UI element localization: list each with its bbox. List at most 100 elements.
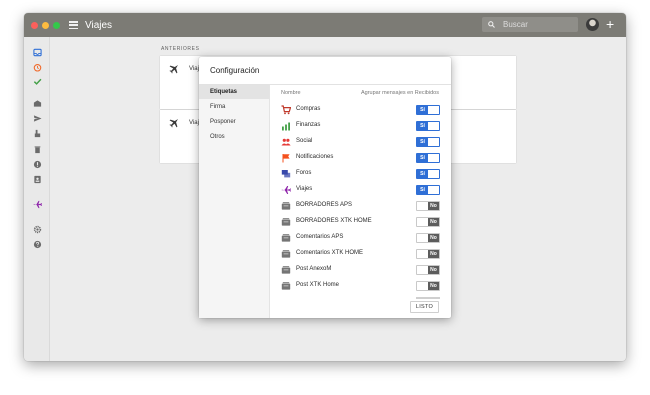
label-list: Compras Sí Finanzas Sí Social Sí Notificacione… <box>270 102 451 298</box>
column-header-group: Agrupar mensajes en Recibidos <box>361 90 439 96</box>
settings-nav: Etiquetas Firma Posponer Otros <box>199 85 270 318</box>
nav-item-posponer[interactable]: Posponer <box>199 115 269 129</box>
toggle-state: Sí <box>417 170 428 178</box>
label-row: Compras Sí <box>270 102 451 118</box>
done-icon[interactable] <box>33 77 42 86</box>
reminders-icon[interactable] <box>33 129 42 138</box>
close-window-button[interactable] <box>31 21 38 29</box>
toggle-state: No <box>428 234 439 242</box>
label-row: Notificaciones Sí <box>270 150 451 166</box>
card-text: Viaj <box>189 120 199 126</box>
done-button[interactable]: LISTO <box>410 301 439 313</box>
toggle-state: No <box>428 202 439 210</box>
toggle-state: No <box>428 218 439 226</box>
group-toggle[interactable]: Sí <box>416 105 440 115</box>
plane-icon <box>169 64 179 74</box>
label-row: Post XTK Home No <box>270 278 451 294</box>
label-name: Post XTK Home <box>296 282 340 288</box>
inbox-icon[interactable] <box>33 48 42 57</box>
group-toggle[interactable]: No <box>416 217 440 227</box>
drafts-icon[interactable] <box>33 99 42 108</box>
label-name: Comentarios XTK HOME <box>296 250 364 256</box>
label-name: Post AnexoM <box>296 266 332 272</box>
label-name: Social <box>296 138 313 144</box>
bundle-icon <box>281 266 291 274</box>
trash-icon[interactable] <box>33 145 42 154</box>
group-toggle[interactable]: No <box>416 233 440 243</box>
group-toggle[interactable]: Sí <box>416 153 440 163</box>
compose-plus-button[interactable]: + <box>606 16 614 32</box>
label-row: BORRADORES APS No <box>270 198 451 214</box>
label-name: Viajes <box>296 186 313 192</box>
toggle-state: Sí <box>417 186 428 194</box>
sent-icon[interactable] <box>33 114 42 123</box>
plane-icon <box>169 118 179 128</box>
settings-icon[interactable] <box>33 225 42 234</box>
label-row: Post AnexoM No <box>270 262 451 278</box>
label-name: Comentarios APS <box>296 234 344 240</box>
bundle-icon <box>281 218 291 226</box>
search-input[interactable] <box>503 20 573 29</box>
help-icon[interactable] <box>33 240 42 249</box>
bundle-icon <box>281 202 291 210</box>
forum-icon <box>281 170 291 178</box>
label-row: Viajes Sí <box>270 182 451 198</box>
spam-icon[interactable] <box>33 160 42 169</box>
avatar[interactable] <box>586 18 599 31</box>
toggle-state: Sí <box>417 154 428 162</box>
toggle-state: Sí <box>417 138 428 146</box>
group-toggle[interactable]: Sí <box>416 169 440 179</box>
label-name: BORRADORES XTK HOME <box>296 218 372 224</box>
nav-item-otros[interactable]: Otros <box>199 130 269 144</box>
toggle-state: Sí <box>417 106 428 114</box>
window-title: Viajes <box>85 19 113 31</box>
label-row: Comentarios XTK HOME No <box>270 246 451 262</box>
settings-dialog: Configuración Etiquetas Firma Posponer O… <box>199 57 451 318</box>
bundle-icon <box>281 234 291 242</box>
label-name: BORRADORES APS <box>296 202 353 208</box>
search-icon <box>488 21 495 28</box>
cart-icon <box>281 105 291 115</box>
label-name: Notificaciones <box>296 154 334 160</box>
group-toggle[interactable]: No <box>416 281 440 291</box>
people-icon <box>281 138 291 146</box>
toggle-state: No <box>428 282 439 290</box>
title-bar: Viajes + <box>24 13 626 37</box>
menu-icon[interactable] <box>69 21 78 29</box>
group-toggle[interactable]: Sí <box>416 185 440 195</box>
bundle-icon <box>281 282 291 290</box>
window-controls <box>31 21 60 29</box>
contacts-icon[interactable] <box>33 175 42 184</box>
travel-icon[interactable] <box>33 200 42 209</box>
group-toggle[interactable]: Sí <box>416 137 440 147</box>
group-toggle[interactable]: No <box>416 201 440 211</box>
label-row: BORRADORES XTK HOME No <box>270 214 451 230</box>
chart-icon <box>282 122 290 131</box>
left-nav-rail <box>24 37 50 361</box>
toggle-state: Sí <box>417 122 428 130</box>
maximize-window-button[interactable] <box>53 21 60 29</box>
search-box[interactable] <box>482 17 578 32</box>
label-row: Comentarios APS No <box>270 230 451 246</box>
group-toggle[interactable]: Sí <box>416 121 440 131</box>
toggle-state: No <box>428 266 439 274</box>
group-toggle[interactable]: No <box>416 249 440 259</box>
group-toggle[interactable]: No <box>416 265 440 275</box>
card-text: Viaj <box>189 66 199 72</box>
nav-item-firma[interactable]: Firma <box>199 100 269 114</box>
nav-item-etiquetas[interactable]: Etiquetas <box>199 85 269 99</box>
list-scroll-indicator[interactable] <box>416 297 440 299</box>
label-row: Foros Sí <box>270 166 451 182</box>
dialog-title: Configuración <box>210 66 260 75</box>
toggle-state: No <box>428 250 439 258</box>
dialog-header: Configuración <box>199 57 451 85</box>
label-row: Social Sí <box>270 134 451 150</box>
label-name: Finanzas <box>296 122 321 128</box>
snooze-icon[interactable] <box>33 63 42 72</box>
minimize-window-button[interactable] <box>42 21 49 29</box>
label-name: Compras <box>296 106 321 112</box>
label-name: Foros <box>296 170 312 176</box>
plane-icon <box>281 186 291 194</box>
section-title: ANTERIORES <box>161 46 200 52</box>
column-header-name: Nombre <box>281 90 301 96</box>
